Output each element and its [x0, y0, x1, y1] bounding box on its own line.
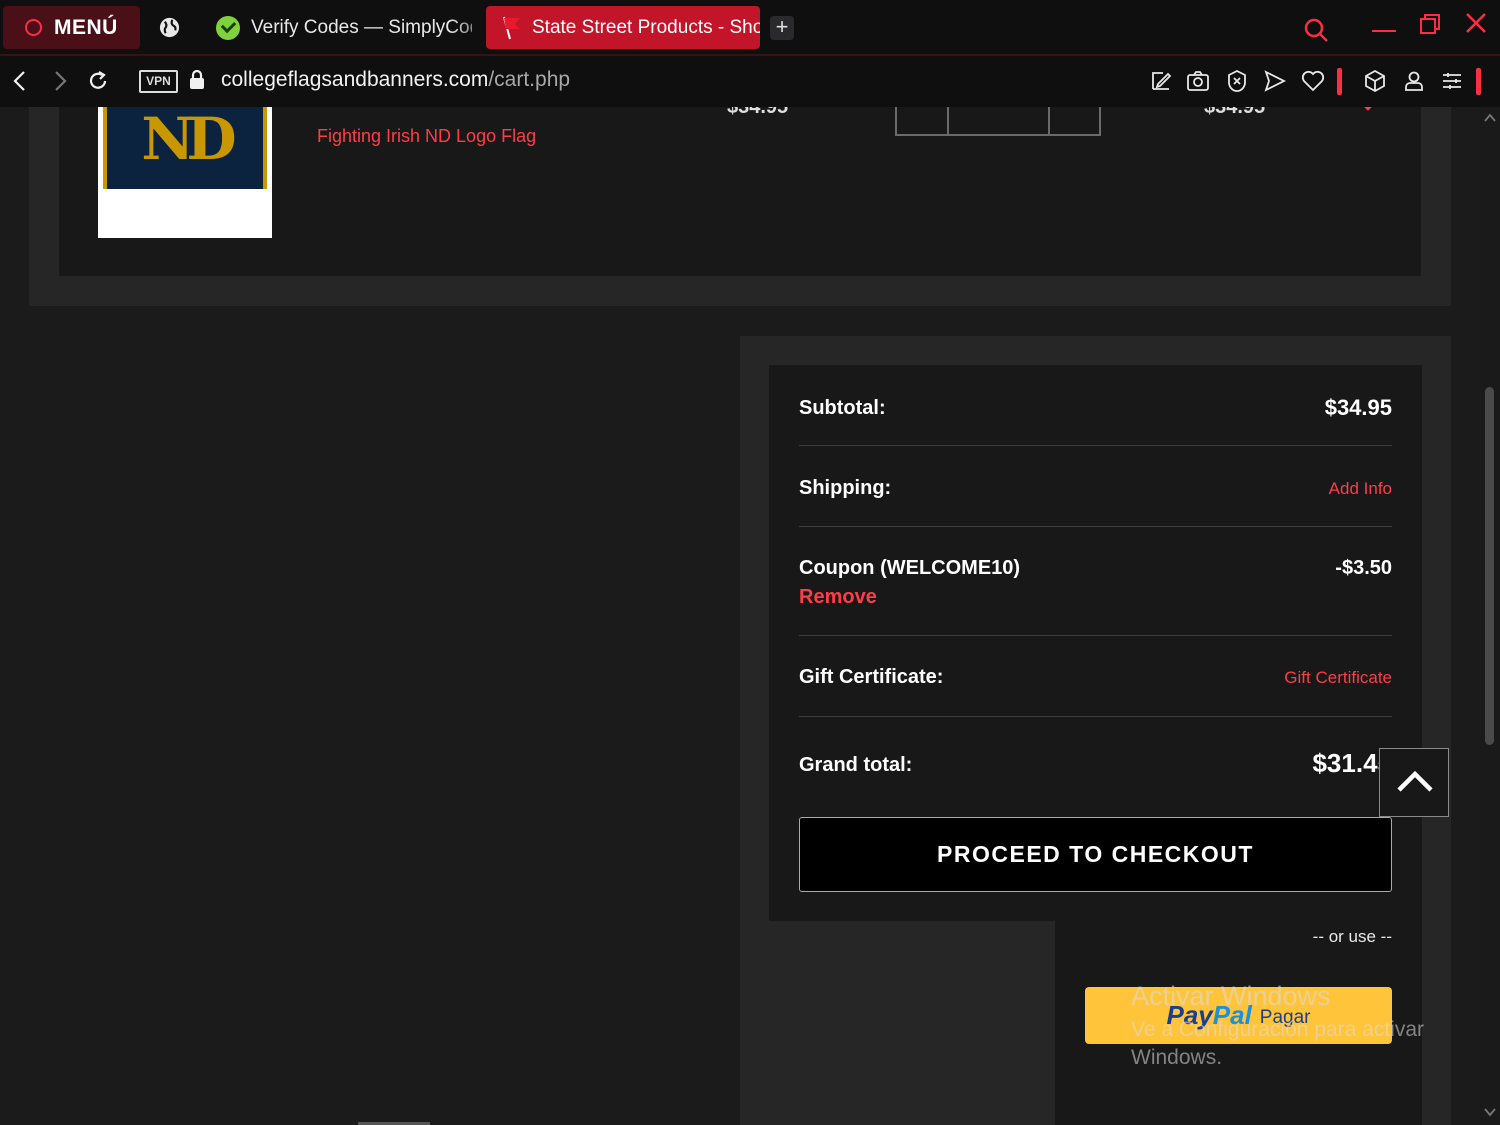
close-window-icon[interactable] — [1465, 12, 1487, 34]
scroll-down-arrow-icon[interactable] — [1484, 1107, 1496, 1117]
item-price: $34.95 — [727, 107, 789, 118]
profile-icon[interactable] — [1402, 69, 1426, 93]
minimize-icon[interactable] — [1372, 30, 1396, 32]
new-tab-button[interactable]: + — [770, 16, 794, 40]
coupon-remove-link[interactable]: Remove — [799, 586, 877, 609]
proceed-to-checkout-button[interactable]: PROCEED TO CHECKOUT — [799, 817, 1392, 892]
forward-icon[interactable] — [48, 69, 72, 93]
product-name-link[interactable]: Fighting Irish ND Logo Flag — [317, 126, 536, 147]
tab-state-street-products[interactable]: State Street Products - Shopping Cart — [486, 6, 760, 49]
edit-page-icon[interactable] — [1149, 69, 1173, 93]
decrease-quantity-button[interactable] — [947, 107, 949, 134]
scrollbar-thumb[interactable] — [1485, 387, 1494, 745]
subtotal-label: Subtotal: — [799, 397, 886, 419]
coupon-row: Coupon (WELCOME10) Remove -$3.50 — [799, 527, 1392, 636]
easy-setup-menu-icon[interactable] — [1440, 69, 1464, 93]
tab-search-icon[interactable] — [1303, 17, 1329, 43]
product-thumbnail[interactable]: ND — [98, 107, 272, 238]
url-field[interactable]: collegeflagsandbanners.com/cart.php — [221, 68, 570, 92]
gift-certificate-link[interactable]: Gift Certificate — [1284, 668, 1392, 688]
restore-window-icon[interactable] — [1420, 14, 1440, 34]
coupon-label: Coupon (WELCOME10) — [799, 557, 1021, 579]
shipping-add-info-link[interactable]: Add Info — [1329, 479, 1392, 499]
watermark-line2: Ve a Configuración para activar — [1131, 1018, 1425, 1041]
vertical-scrollbar[interactable] — [1480, 107, 1500, 1125]
browser-tab-bar: MENÚ Verify Codes — SimplyCodes State St… — [0, 0, 1500, 56]
gift-certificate-row: Gift Certificate: Gift Certificate — [799, 636, 1392, 717]
toolbar-indicator — [1337, 68, 1342, 95]
send-icon[interactable] — [1263, 69, 1287, 93]
flag-favicon-icon — [503, 16, 520, 39]
snapshot-camera-icon[interactable] — [1186, 69, 1210, 93]
or-use-label: -- or use -- — [1312, 927, 1392, 946]
url-host: collegeflagsandbanners.com — [221, 68, 489, 91]
shipping-label: Shipping: — [799, 477, 892, 499]
subtotal-row: Subtotal: $34.95 — [799, 365, 1392, 446]
watermark-line3: Windows. — [1131, 1046, 1223, 1069]
extensions-cube-icon[interactable] — [1363, 69, 1387, 93]
simplycodes-favicon-icon — [216, 15, 240, 40]
grand-total-label: Grand total: — [799, 754, 913, 776]
subtotal-value: $34.95 — [1324, 395, 1392, 420]
vpn-badge[interactable]: VPN — [139, 70, 178, 93]
tab-title: Verify Codes — SimplyCodes — [251, 16, 472, 38]
ad-blocker-icon[interactable] — [1225, 69, 1249, 93]
summary-spacer — [769, 921, 1055, 1125]
windows-activation-watermark: Activar Windows Ve a Configuración para … — [1131, 981, 1424, 1070]
grand-total-row: Grand total: $31.45 — [799, 717, 1392, 817]
toolbar-indicator — [1476, 68, 1481, 95]
globe-icon[interactable] — [158, 16, 181, 39]
coupon-value: -$3.50 — [1335, 557, 1392, 579]
increase-quantity-button[interactable] — [1048, 107, 1050, 134]
nd-logo: ND — [141, 107, 236, 173]
reload-icon[interactable] — [86, 69, 110, 93]
heart-icon[interactable] — [1301, 69, 1325, 93]
browser-menu-button[interactable]: MENÚ — [3, 6, 140, 49]
page-viewport: ND Fighting Irish ND Logo Flag $34.95 $3… — [0, 107, 1480, 1125]
remove-item-icon[interactable] — [1357, 107, 1379, 116]
tab-verify-codes[interactable]: Verify Codes — SimplyCodes — [200, 6, 472, 49]
item-total: $34.95 — [1204, 107, 1266, 118]
opera-logo-icon — [25, 19, 42, 36]
menu-label: MENÚ — [54, 15, 118, 39]
gift-certificate-label: Gift Certificate: — [799, 666, 944, 688]
tab-title: State Street Products - Shopping Cart — [532, 16, 760, 38]
watermark-line1: Activar Windows — [1131, 981, 1331, 1011]
nd-flag-image: ND — [103, 107, 267, 189]
shipping-row: Shipping: Add Info — [799, 446, 1392, 527]
address-bar: VPN collegeflagsandbanners.com/cart.php — [0, 56, 1500, 107]
scroll-to-top-button[interactable] — [1379, 748, 1449, 817]
quantity-stepper[interactable] — [895, 107, 1101, 136]
url-path: /cart.php — [488, 68, 571, 91]
scroll-up-arrow-icon[interactable] — [1484, 113, 1496, 123]
lock-icon[interactable] — [189, 70, 205, 90]
back-icon[interactable] — [8, 69, 32, 93]
chevron-up-icon — [1397, 770, 1433, 792]
